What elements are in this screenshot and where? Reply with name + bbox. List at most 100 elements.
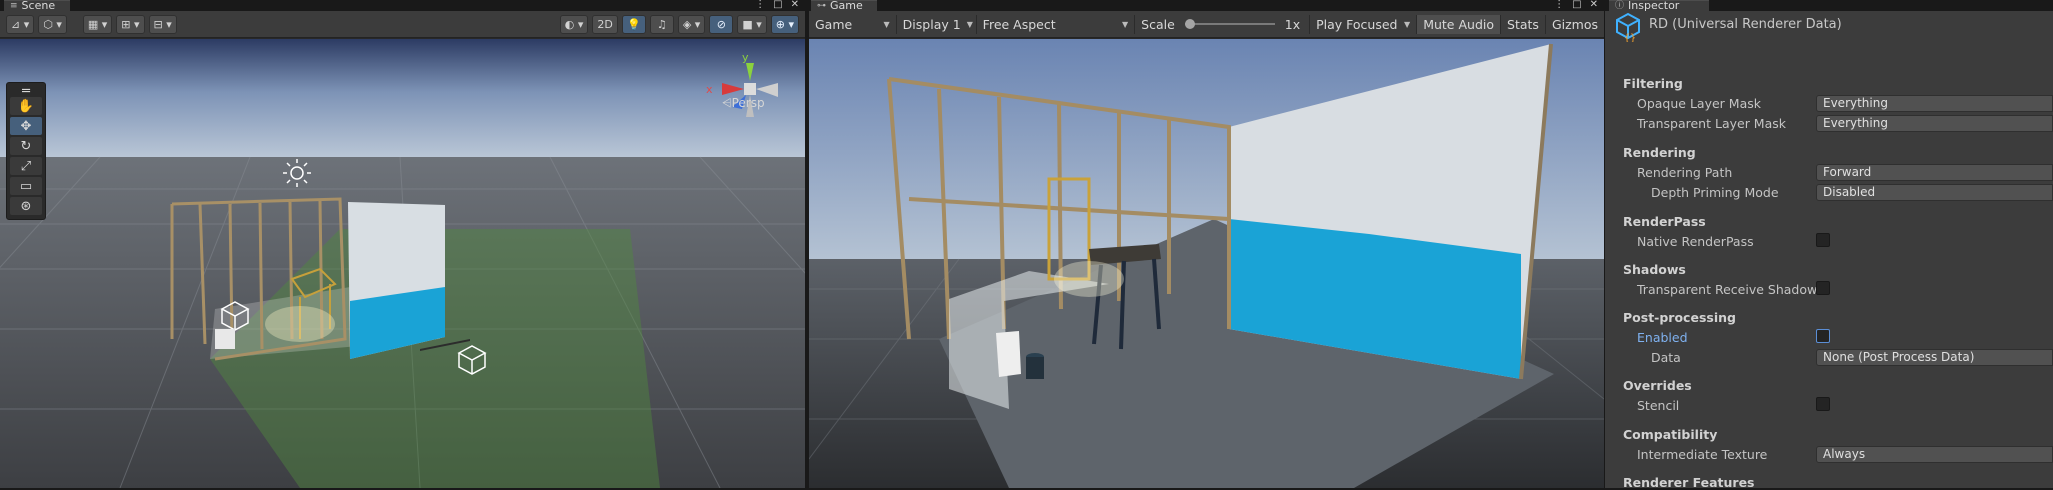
scale-control: Scale 1x xyxy=(1135,15,1310,34)
tab-inspector-label: Inspector xyxy=(1628,1,1679,11)
section-filtering: Filtering xyxy=(1623,76,1683,91)
gizmos-icon[interactable]: ⊕ ▾ xyxy=(771,15,799,34)
game-view-label: Game xyxy=(815,17,852,32)
audio-toggle-icon[interactable]: ♫ xyxy=(650,15,674,34)
opaque-layer-mask-dropdown[interactable]: Everything xyxy=(1816,95,2053,112)
opaque-layer-mask-label: Opaque Layer Mask xyxy=(1637,96,1761,111)
stats-button[interactable]: Stats xyxy=(1501,15,1546,34)
tool-handle-icon[interactable]: ⊿ ▾ xyxy=(6,15,34,34)
info-icon: ⓘ xyxy=(1615,1,1624,11)
chevron-down-icon: ▼ xyxy=(961,20,973,29)
more-options-icon[interactable]: ⋮ xyxy=(1554,0,1564,10)
mute-audio-button[interactable]: Mute Audio xyxy=(1417,15,1501,34)
axis-y-label: y xyxy=(742,51,749,64)
stencil-label: Stencil xyxy=(1637,398,1679,413)
svg-text:{}: {} xyxy=(1624,33,1636,42)
tab-game-label: Game xyxy=(830,1,863,11)
scene-tools-overlay: ═ ✋ ✥ ↻ ⤢ ▭ ⊛ xyxy=(6,82,46,220)
rendering-path-dropdown[interactable]: Forward xyxy=(1816,164,2053,181)
gizmo-cube-icon[interactable]: ⬡ ▾ xyxy=(38,15,67,34)
transparent-receive-shadows-label: Transparent Receive Shadows xyxy=(1637,282,1824,297)
camera-icon[interactable]: ■ ▾ xyxy=(737,15,766,34)
section-rendering: Rendering xyxy=(1623,145,1696,160)
transform-tool-icon[interactable]: ⊛ xyxy=(10,197,42,215)
game-viewport[interactable] xyxy=(809,39,1604,488)
scene-toolbar: ⊿ ▾ ⬡ ▾ ▦ ▾ ⊞ ▾ ⊟ ▾ ◐ ▾ 2D 💡 ♫ ◈ ▾ ⊘ ■ ▾… xyxy=(0,11,805,38)
scale-slider-thumb[interactable] xyxy=(1185,19,1195,29)
post-processing-enabled-checkbox[interactable] xyxy=(1816,329,1830,343)
hand-tool-icon[interactable]: ✋ xyxy=(10,97,42,115)
mode-2d-button[interactable]: 2D xyxy=(592,15,617,34)
snap-icon[interactable]: ⊞ ▾ xyxy=(116,15,144,34)
grid-icon[interactable]: ▦ ▾ xyxy=(83,15,112,34)
post-process-data-field[interactable]: None (Post Process Data) xyxy=(1816,349,2053,366)
lighting-toggle-icon[interactable]: 💡 xyxy=(622,15,646,34)
game-toolbar: Game▼ Display 1▼ Free Aspect▼ Scale 1x P… xyxy=(809,11,1604,38)
scale-tool-icon[interactable]: ⤢ xyxy=(10,157,42,175)
chevron-down-icon: ▼ xyxy=(878,20,890,29)
display-label: Display 1 xyxy=(903,17,961,32)
scene-panel: ≡ Scene ⋮ □ ✕ ⊿ ▾ ⬡ ▾ ▦ ▾ ⊞ ▾ ⊟ ▾ ◐ ▾ 2D… xyxy=(0,0,805,488)
scale-slider[interactable] xyxy=(1185,18,1275,30)
tab-scene-label: Scene xyxy=(22,1,56,11)
close-icon[interactable]: ✕ xyxy=(1590,0,1598,10)
section-post-processing: Post-processing xyxy=(1623,310,1736,325)
scale-label: Scale xyxy=(1141,17,1175,32)
inspector-header: {} RD (Universal Renderer Data) xyxy=(1615,12,2053,52)
rect-tool-icon[interactable]: ▭ xyxy=(10,177,42,195)
transparent-receive-shadows-checkbox[interactable] xyxy=(1816,281,1830,295)
aspect-dropdown[interactable]: Free Aspect ▼ xyxy=(977,15,1135,34)
hidden-objects-icon[interactable]: ⊘ xyxy=(709,15,733,34)
stencil-checkbox[interactable] xyxy=(1816,397,1830,411)
persp-toggle[interactable]: ⩤Persp xyxy=(722,96,765,111)
section-renderpass: RenderPass xyxy=(1623,214,1706,229)
shading-mode-icon[interactable]: ◐ ▾ xyxy=(560,15,589,34)
more-options-icon[interactable]: ⋮ xyxy=(755,0,765,10)
drag-handle-icon[interactable]: ═ xyxy=(10,87,42,95)
aspect-label: Free Aspect xyxy=(983,17,1056,32)
tab-inspector[interactable]: ⓘ Inspector xyxy=(1609,0,1709,11)
play-focused-label: Play Focused xyxy=(1316,17,1397,32)
maximize-icon[interactable]: □ xyxy=(1572,0,1581,10)
tab-scene[interactable]: ≡ Scene xyxy=(4,0,70,11)
scene-tabbar: ≡ Scene ⋮ □ ✕ xyxy=(0,0,805,11)
chevron-down-icon: ▼ xyxy=(1116,20,1128,29)
maximize-icon[interactable]: □ xyxy=(773,0,782,10)
gizmos-button[interactable]: Gizmos xyxy=(1546,15,1604,34)
renderer-data-icon: {} xyxy=(1615,12,1641,42)
transparent-layer-mask-dropdown[interactable]: Everything xyxy=(1816,115,2053,132)
post-process-data-label: Data xyxy=(1651,350,1681,365)
native-renderpass-checkbox[interactable] xyxy=(1816,233,1830,247)
persp-arrow-icon: ⩤ xyxy=(722,96,732,110)
game-panel: ⊶ Game ⋮ □ ✕ Game▼ Display 1▼ Free Aspec… xyxy=(809,0,1604,488)
intermediate-texture-dropdown[interactable]: Always xyxy=(1816,446,2053,463)
persp-label: Persp xyxy=(732,96,765,110)
section-compatibility: Compatibility xyxy=(1623,427,1717,442)
move-tool-icon[interactable]: ✥ xyxy=(10,117,42,135)
game-tabbar: ⊶ Game ⋮ □ ✕ xyxy=(809,0,1604,11)
chevron-down-icon: ▼ xyxy=(1398,20,1410,29)
scale-value: 1x xyxy=(1285,17,1300,32)
effects-icon[interactable]: ◈ ▾ xyxy=(678,15,705,34)
native-renderpass-label: Native RenderPass xyxy=(1637,234,1754,249)
section-overrides: Overrides xyxy=(1623,378,1692,393)
increment-icon[interactable]: ⊟ ▾ xyxy=(149,15,177,34)
rendering-path-label: Rendering Path xyxy=(1637,165,1732,180)
play-focused-dropdown[interactable]: Play Focused▼ xyxy=(1310,15,1417,34)
axis-x-label: x xyxy=(706,83,713,96)
depth-priming-mode-label: Depth Priming Mode xyxy=(1651,185,1779,200)
close-icon[interactable]: ✕ xyxy=(791,0,799,10)
rotate-tool-icon[interactable]: ↻ xyxy=(10,137,42,155)
post-processing-enabled-label: Enabled xyxy=(1637,330,1688,345)
intermediate-texture-label: Intermediate Texture xyxy=(1637,447,1767,462)
depth-priming-mode-dropdown[interactable]: Disabled xyxy=(1816,184,2053,201)
display-dropdown[interactable]: Display 1▼ xyxy=(897,15,977,34)
inspector-title: RD (Universal Renderer Data) xyxy=(1649,17,1842,32)
gamepad-icon: ⊶ xyxy=(817,1,826,11)
inspector-tabbar: ⓘ Inspector xyxy=(1605,0,2053,11)
scene-viewport[interactable]: ═ ✋ ✥ ↻ ⤢ ▭ ⊛ x y xyxy=(0,39,805,488)
game-view-dropdown[interactable]: Game ▼ xyxy=(809,15,897,34)
transparent-layer-mask-label: Transparent Layer Mask xyxy=(1637,116,1786,131)
section-shadows: Shadows xyxy=(1623,262,1686,277)
tab-game[interactable]: ⊶ Game xyxy=(811,0,877,11)
